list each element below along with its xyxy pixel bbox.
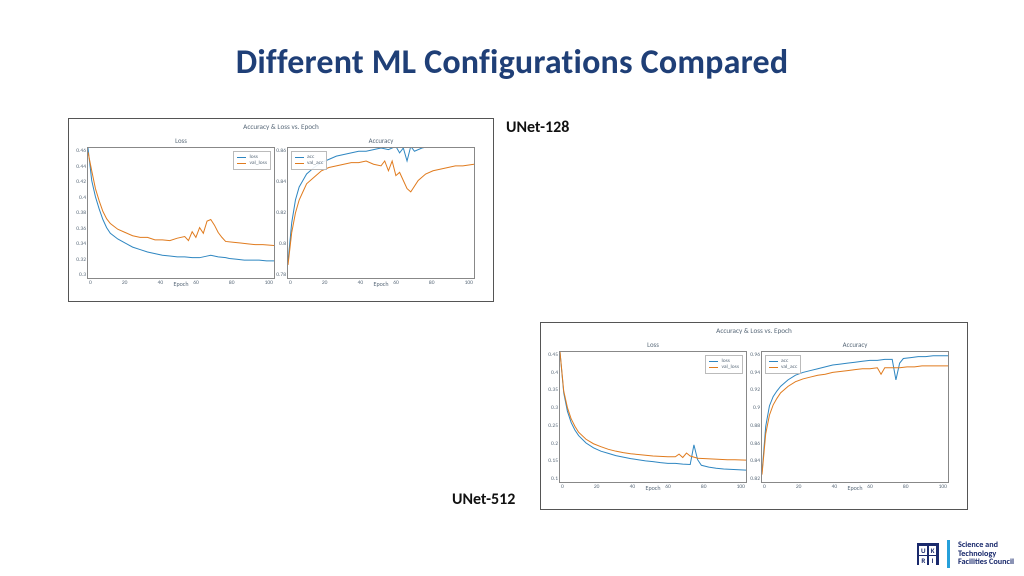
legend: acc val_acc: [765, 355, 801, 374]
org-name: Science and Technology Facilities Counci…: [958, 541, 1014, 567]
plot-area: loss val_loss 020406080100 0.10.150.20.2…: [559, 351, 747, 483]
chart-panel-unet512: Accuracy & Loss vs. Epoch Loss loss val_…: [540, 322, 968, 510]
super-title: Accuracy & Loss vs. Epoch: [541, 326, 967, 335]
chart-label-unet512: UNet-512: [452, 490, 515, 509]
plot-area: acc val_acc 020406080100 0.820.840.860.8…: [761, 351, 949, 483]
subchart-accuracy: Accuracy acc val_acc 020406080100 0.780.…: [287, 137, 475, 287]
legend: acc val_acc: [291, 151, 327, 170]
subchart-accuracy: Accuracy acc val_acc 020406080100 0.820.…: [761, 341, 949, 491]
x-ticks: 020406080100: [288, 280, 474, 286]
page-title: Different ML Configurations Compared: [0, 0, 1024, 91]
plot-area: loss val_loss 020406080100 0.30.320.340.…: [87, 147, 275, 279]
legend: loss val_loss: [233, 151, 271, 170]
x-ticks: 020406080100: [762, 484, 948, 490]
y-ticks: 0.30.320.340.360.380.40.420.440.46: [72, 148, 86, 278]
x-ticks: 020406080100: [560, 484, 746, 490]
super-title: Accuracy & Loss vs. Epoch: [69, 122, 493, 131]
y-ticks: 0.10.150.20.250.30.350.40.45: [544, 352, 558, 482]
chart-panel-unet128: Accuracy & Loss vs. Epoch Loss loss val_…: [68, 118, 494, 302]
chart-title: Accuracy: [761, 341, 949, 349]
footer-logo: UK RI Science and Technology Facilities …: [917, 540, 1014, 568]
subchart-loss: Loss loss val_loss 020406080100 0.30.320…: [87, 137, 275, 287]
plot-area: acc val_acc 020406080100 0.780.80.820.84…: [287, 147, 475, 279]
chart-title: Accuracy: [287, 137, 475, 145]
chart-label-unet128: UNet-128: [506, 118, 569, 137]
chart-title: Loss: [87, 137, 275, 145]
ukri-logo-icon: UK RI: [917, 543, 939, 565]
y-ticks: 0.820.840.860.880.90.920.940.96: [746, 352, 760, 482]
legend: loss val_loss: [705, 355, 743, 374]
subchart-loss: Loss loss val_loss 020406080100 0.10.150…: [559, 341, 747, 491]
chart-title: Loss: [559, 341, 747, 349]
x-ticks: 020406080100: [88, 280, 274, 286]
logo-divider: [947, 540, 950, 568]
y-ticks: 0.780.80.820.840.86: [272, 148, 286, 278]
